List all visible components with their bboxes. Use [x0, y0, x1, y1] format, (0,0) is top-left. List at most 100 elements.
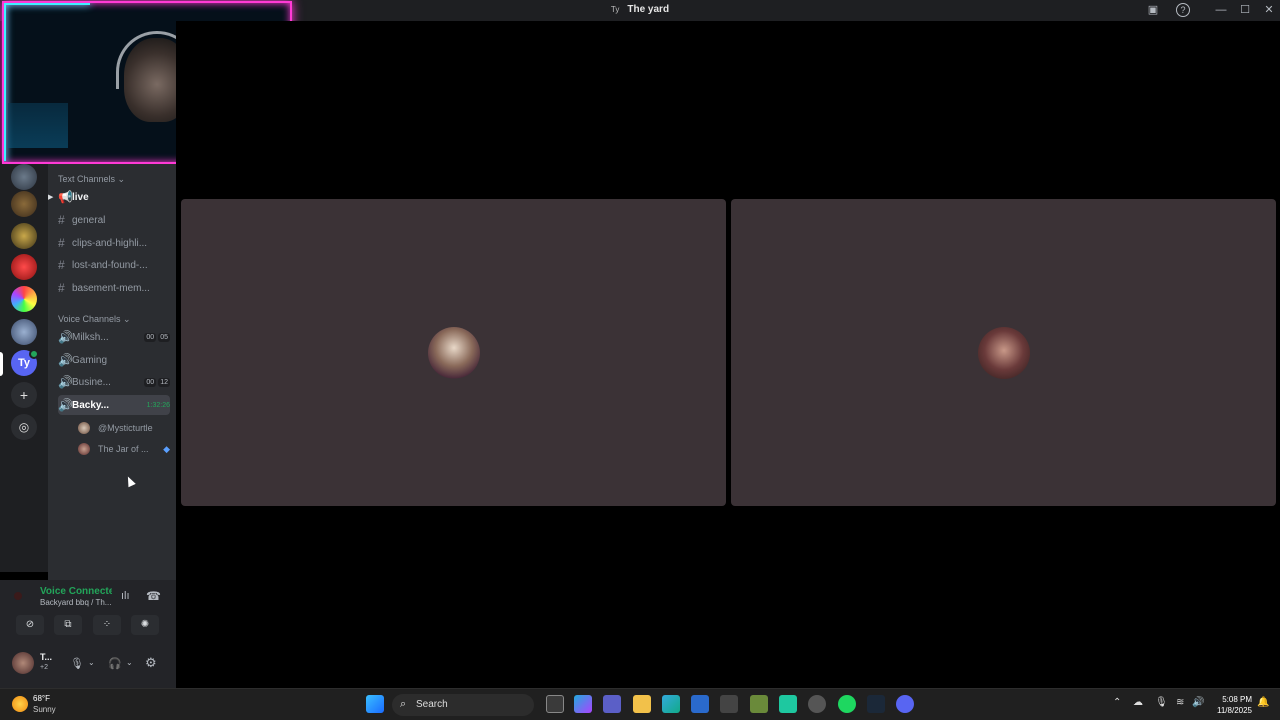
server-icon[interactable] [11, 319, 37, 345]
server-icon[interactable] [11, 286, 37, 312]
clock[interactable]: 5:08 PM 11/8/2025 [1210, 694, 1252, 716]
close-icon[interactable]: ✕ [1262, 3, 1276, 17]
server-icon[interactable] [11, 254, 37, 280]
search-icon: ⌕ [400, 698, 407, 710]
channel-general[interactable]: # general [58, 210, 170, 230]
mouse-cursor [124, 474, 136, 488]
minecraft-icon[interactable] [750, 695, 768, 713]
camera-off-button[interactable]: ⊘ [16, 615, 44, 635]
voice-user[interactable]: The Jar of ... ◆ [78, 440, 170, 458]
minimize-icon[interactable]: — [1214, 3, 1228, 17]
task-view-icon[interactable] [546, 695, 564, 713]
avatar[interactable] [12, 652, 34, 674]
teams-icon[interactable] [603, 695, 621, 713]
wifi-icon[interactable]: ≋ [1176, 697, 1184, 708]
channel-basement[interactable]: # basement-mem... [58, 278, 170, 298]
category-label: Voice Channels [58, 314, 121, 324]
megaphone-icon: 📢 [58, 190, 73, 204]
channel-name: basement-mem... [72, 282, 150, 294]
channel-name: Milksh... [72, 331, 109, 343]
obs-icon[interactable] [808, 695, 826, 713]
onedrive-icon[interactable]: ☁ [1133, 697, 1143, 708]
noise-suppression-icon[interactable]: ılı [121, 590, 130, 602]
activities-button[interactable]: ⁘ [93, 615, 121, 635]
user-limit-badge: 12 [158, 377, 170, 387]
volume-icon[interactable]: 🔊 [1192, 697, 1204, 708]
channel-lost-and-found[interactable]: # lost-and-found-... [58, 255, 170, 275]
copilot-icon[interactable] [574, 695, 592, 713]
participant-tile[interactable] [181, 199, 726, 506]
chevron-down-icon[interactable]: ⌄ [88, 658, 95, 667]
server-icon[interactable] [11, 223, 37, 249]
chevron-up-icon[interactable]: ⌃ [1113, 697, 1121, 708]
channel-name: lost-and-found-... [72, 259, 148, 271]
channel-name: Busine... [72, 376, 111, 388]
user-limit-badge: 05 [158, 332, 170, 342]
microphone-icon[interactable]: 🎙 [70, 657, 84, 670]
store-icon[interactable] [691, 695, 709, 713]
sun-icon[interactable] [12, 696, 28, 712]
channel-name: general [72, 214, 106, 226]
add-server-button[interactable]: + [11, 382, 37, 408]
voice-user-name: @Mysticturtle [98, 423, 153, 433]
glow-accent [4, 3, 90, 5]
taskbar: 68°F Sunny ⌕ Search ⌃ ☁ 🎙 ≋ 🔊 5:08 PM 11… [0, 688, 1280, 720]
voice-channel-milkshake[interactable]: 🔊 Milksh... 00 05 [58, 327, 170, 347]
activity-icon: ◆ [163, 443, 170, 454]
voice-channel-backyard[interactable]: 🔊 Backy... 1:32:26 [58, 395, 170, 415]
voice-location[interactable]: Backyard bbq / Th... [40, 598, 111, 607]
webcam-background [8, 103, 68, 148]
server-list: Ty + ◎ [0, 164, 48, 572]
channel-clips[interactable]: # clips-and-highli... [58, 233, 170, 253]
spotify-icon[interactable] [838, 695, 856, 713]
chevron-down-icon[interactable]: ⌄ [126, 658, 133, 667]
username[interactable]: T... [40, 652, 52, 662]
maximize-icon[interactable]: ☐ [1238, 3, 1252, 17]
channel-name: Backy... [72, 399, 110, 411]
search-label: Search [416, 699, 448, 710]
server-icon[interactable] [11, 191, 37, 217]
voice-connected-status[interactable]: Voice Connected [40, 586, 112, 597]
taskbar-search[interactable]: ⌕ Search [392, 694, 534, 716]
server-abbrev: Ty [610, 5, 620, 14]
explore-icon[interactable]: ◎ [11, 414, 37, 440]
speaker-icon: 🔊 [58, 398, 73, 412]
voice-user[interactable]: @Mysticturtle [78, 419, 170, 437]
disconnect-icon[interactable]: ☎ [146, 589, 161, 603]
notification-icon[interactable]: 🔔 [1257, 697, 1269, 708]
voice-channel-gaming[interactable]: 🔊 Gaming [58, 350, 170, 370]
microphone-icon[interactable]: 🎙 [1155, 697, 1168, 708]
category-text-channels[interactable]: Text Channels ⌄ [58, 174, 125, 185]
app-icon[interactable] [720, 695, 738, 713]
clock-date: 11/8/2025 [1217, 706, 1252, 715]
participant-tile[interactable] [731, 199, 1276, 506]
avatar [78, 422, 90, 434]
app-icon[interactable] [779, 695, 797, 713]
help-icon[interactable]: ? [1176, 3, 1190, 17]
voice-channel-business[interactable]: 🔊 Busine... 00 12 [58, 372, 170, 392]
inbox-icon[interactable]: ▣ [1146, 3, 1160, 17]
user-count-badge: 00 [144, 377, 157, 387]
weather-temp[interactable]: 68°F [33, 694, 50, 703]
channel-live[interactable]: ▶ 📢 live [48, 187, 170, 207]
headphones-icon[interactable]: 🎧 [108, 657, 122, 670]
server-icon[interactable] [11, 164, 37, 190]
edge-icon[interactable] [662, 695, 680, 713]
hash-icon: # [58, 258, 65, 272]
file-explorer-icon[interactable] [633, 695, 651, 713]
avatar [427, 326, 480, 379]
screen-share-button[interactable]: ⧉ [54, 615, 82, 635]
clock-time: 5:08 PM [1222, 695, 1252, 704]
hash-icon: # [58, 236, 65, 250]
discord-icon[interactable] [896, 695, 914, 713]
soundboard-button[interactable]: ✺ [131, 615, 159, 635]
weather-desc[interactable]: Sunny [33, 705, 56, 714]
voice-timer: 1:32:26 [146, 401, 170, 409]
steam-icon[interactable] [867, 695, 885, 713]
glow-accent [4, 3, 6, 161]
windows-start-icon[interactable] [366, 695, 384, 713]
voice-user-panel: Voice Connected Backyard bbq / Th... ılı… [0, 580, 176, 688]
gear-icon[interactable]: ⚙ [145, 655, 157, 671]
category-voice-channels[interactable]: Voice Channels ⌄ [58, 314, 131, 325]
speaker-icon: 🔊 [58, 330, 73, 344]
